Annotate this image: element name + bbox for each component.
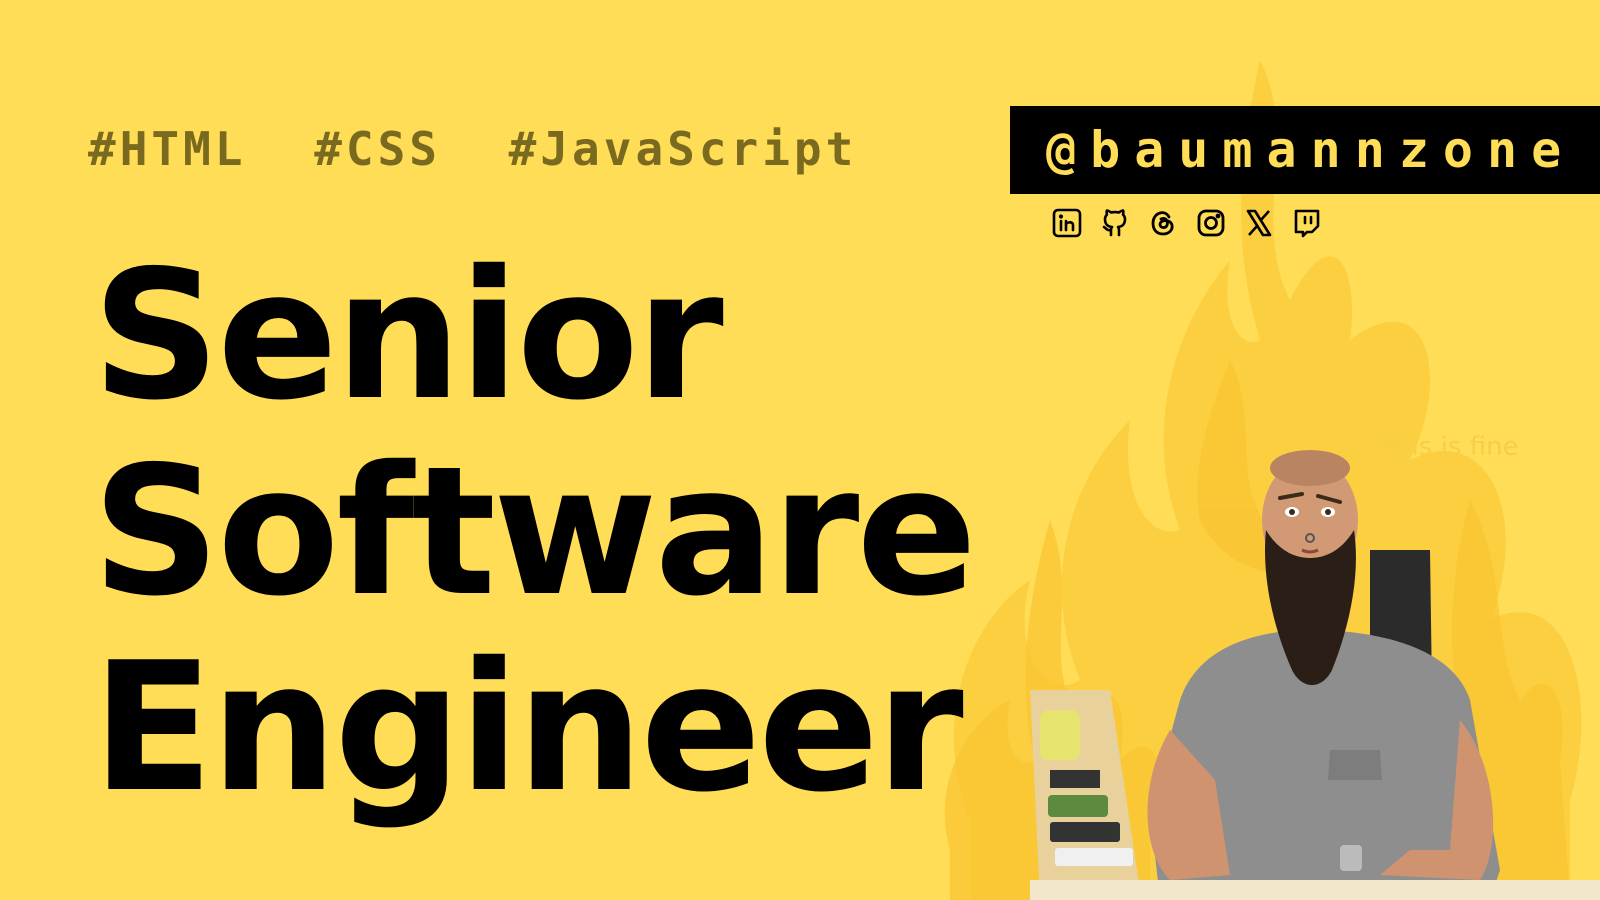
linkedin-icon[interactable]	[1050, 206, 1084, 240]
headline: Senior Software Engineer	[92, 232, 977, 831]
threads-icon[interactable]	[1146, 206, 1180, 240]
handle-text: @baumannzone	[1046, 121, 1576, 179]
handle-banner: @baumannzone	[1010, 106, 1600, 194]
headline-line-2: Software	[92, 428, 977, 635]
hashtag-list: #HTML #CSS #JavaScript	[88, 122, 893, 176]
headline-line-3: Engineer	[92, 624, 964, 831]
social-icons	[1050, 206, 1324, 240]
instagram-icon[interactable]	[1194, 206, 1228, 240]
x-icon[interactable]	[1242, 206, 1276, 240]
github-icon[interactable]	[1098, 206, 1132, 240]
hashtag-javascript: #JavaScript	[508, 122, 858, 176]
person-photo	[1030, 450, 1600, 900]
headline-line-1: Senior	[92, 232, 724, 439]
twitch-icon[interactable]	[1290, 206, 1324, 240]
hashtag-html: #HTML	[88, 122, 247, 176]
hashtag-css: #CSS	[314, 122, 441, 176]
